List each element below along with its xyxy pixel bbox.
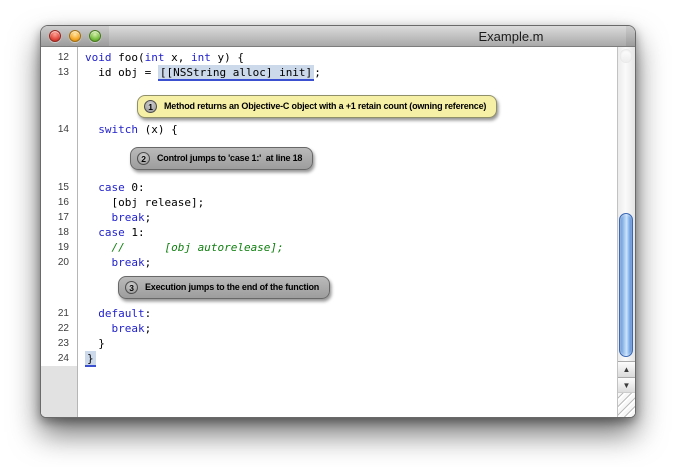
code-line: [obj release];: [77, 195, 204, 210]
code-line: default:: [77, 306, 151, 321]
highlighted-code: [[NSString alloc] init]: [158, 65, 314, 81]
code-token: [85, 181, 98, 194]
code-row: 15 case 0:: [41, 180, 617, 195]
code-row: 12void foo(int x, int y) {: [41, 50, 617, 65]
down-arrow-icon: ▼: [623, 382, 631, 390]
code-line: id obj = [[NSString alloc] init];: [77, 65, 321, 80]
code-line: }: [77, 351, 96, 366]
code-token: break: [112, 211, 145, 224]
code-token: 0:: [125, 181, 145, 194]
resize-grip[interactable]: [618, 392, 635, 417]
code-row: 23 }: [41, 336, 617, 351]
code-row: 17 break;: [41, 210, 617, 225]
code-line: // [obj autorelease];: [77, 240, 284, 255]
code-token: [85, 211, 112, 224]
editor-rows: 12void foo(int x, int y) {13 id obj = [[…: [41, 47, 617, 417]
code-row: 13 id obj = [[NSString alloc] init];: [41, 65, 617, 80]
editor-content: 12void foo(int x, int y) {13 id obj = [[…: [41, 47, 635, 417]
code-token: [85, 226, 98, 239]
code-row: 22 break;: [41, 321, 617, 336]
line-number: 24: [41, 351, 77, 366]
line-number: 16: [41, 195, 77, 210]
line-number: 23: [41, 336, 77, 351]
window-title: Example.m: [478, 29, 543, 44]
zoom-button[interactable]: [89, 30, 101, 42]
code-token: ;: [145, 322, 152, 335]
code-row: 20 break;: [41, 255, 617, 270]
code-token: int: [145, 51, 165, 64]
code-token: [85, 307, 98, 320]
code-line: switch (x) {: [77, 122, 178, 137]
code-token: x,: [165, 51, 192, 64]
line-number: 22: [41, 321, 77, 336]
code-line: case 1:: [77, 225, 145, 240]
code-token: y) {: [211, 51, 244, 64]
line-number: 14: [41, 122, 77, 137]
line-number: 19: [41, 240, 77, 255]
code-token: break: [112, 256, 145, 269]
vertical-scrollbar[interactable]: ▲ ▼: [617, 47, 635, 417]
code-token: switch: [98, 123, 138, 136]
line-number: 15: [41, 180, 77, 195]
annotation-text: Control jumps to 'case 1:' at line 18: [157, 152, 302, 165]
code-token: int: [191, 51, 211, 64]
highlighted-code: }: [85, 351, 96, 367]
code-line: break;: [77, 321, 151, 336]
code-token: }: [85, 337, 105, 350]
line-number: 21: [41, 306, 77, 321]
code-row: 19 // [obj autorelease];: [41, 240, 617, 255]
minimize-button[interactable]: [69, 30, 81, 42]
annotation-step-badge: 1: [144, 100, 157, 113]
line-number: 20: [41, 255, 77, 270]
code-token: id obj =: [85, 66, 158, 79]
code-token: // [obj autorelease];: [85, 241, 284, 254]
code-line: break;: [77, 255, 151, 270]
line-number: 17: [41, 210, 77, 225]
code-token: case: [98, 226, 125, 239]
code-line: case 0:: [77, 180, 145, 195]
window: Example.m 12void foo(int x, int y) {13 i…: [40, 25, 636, 418]
code-token: (x) {: [138, 123, 178, 136]
code-line: break;: [77, 210, 151, 225]
code-token: foo(: [112, 51, 145, 64]
code-row: 24}: [41, 351, 617, 366]
code-token: case: [98, 181, 125, 194]
code-token: break: [112, 322, 145, 335]
analyzer-annotation-1: 1 Method returns an Objective-C object wi…: [137, 95, 497, 118]
code-line: }: [77, 336, 105, 351]
scrollbar-track-cap: [620, 49, 632, 63]
code-token: [85, 256, 112, 269]
code-token: [obj release];: [85, 196, 204, 209]
line-number: 13: [41, 65, 77, 80]
window-titlebar[interactable]: Example.m: [41, 26, 635, 47]
titlebar-proxy-band: [109, 26, 626, 46]
annotation-text: Execution jumps to the end of the functi…: [145, 281, 319, 294]
code-row: 18 case 1:: [41, 225, 617, 240]
line-number: 12: [41, 50, 77, 65]
scroll-down-button[interactable]: ▼: [618, 377, 635, 393]
annotation-step-badge: 3: [125, 281, 138, 294]
analyzer-annotation-2: 2 Control jumps to 'case 1:' at line 18: [130, 147, 313, 170]
code-token: void: [85, 51, 112, 64]
up-arrow-icon: ▲: [623, 366, 631, 374]
code-token: default: [98, 307, 144, 320]
scrollbar-thumb[interactable]: [619, 213, 633, 357]
scroll-up-button[interactable]: ▲: [618, 361, 635, 377]
code-token: 1:: [125, 226, 145, 239]
code-token: ;: [145, 211, 152, 224]
line-number: 18: [41, 225, 77, 240]
close-button[interactable]: [49, 30, 61, 42]
code-token: [85, 322, 112, 335]
code-token: [85, 123, 98, 136]
code-row: 16 [obj release];: [41, 195, 617, 210]
annotation-text: Method returns an Objective-C object wit…: [164, 100, 486, 113]
code-line: void foo(int x, int y) {: [77, 50, 244, 65]
analyzer-annotation-3: 3 Execution jumps to the end of the funct…: [118, 276, 330, 299]
code-row: 14 switch (x) {: [41, 122, 617, 137]
code-token: ;: [314, 66, 321, 79]
code-token: :: [145, 307, 152, 320]
code-token: ;: [145, 256, 152, 269]
code-row: 21 default:: [41, 306, 617, 321]
annotation-step-badge: 2: [137, 152, 150, 165]
